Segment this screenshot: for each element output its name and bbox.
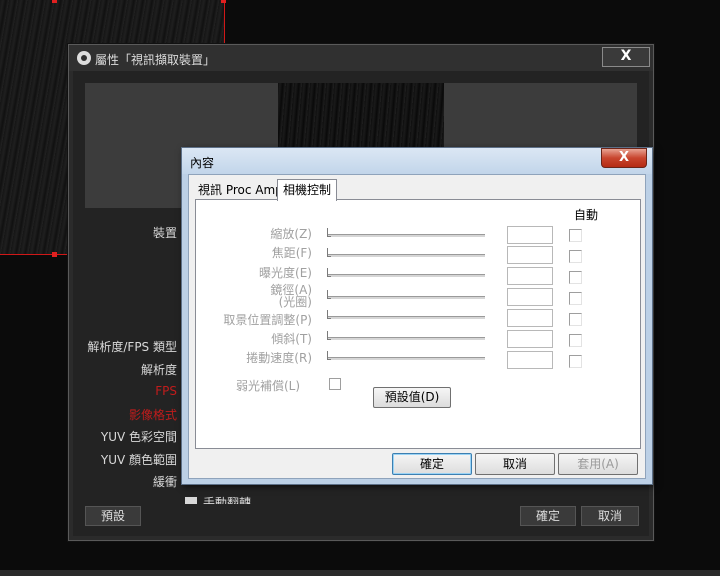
yuv-color-range-label: YUV 顏色範圍	[100, 453, 177, 467]
defaults-button[interactable]: 預設	[85, 506, 141, 526]
roll-label: 捲動速度(R)	[246, 351, 312, 365]
aperture-slider-thumb[interactable]	[327, 290, 331, 299]
dialog-apply-button[interactable]: 套用(A)	[558, 453, 638, 475]
obs-logo-icon	[77, 51, 91, 65]
resize-handle[interactable]	[52, 0, 57, 3]
resolution-fps-type-label: 解析度/FPS 類型	[87, 340, 177, 354]
pan-label: 取景位置調整(P)	[223, 313, 312, 327]
tilt-slider-track[interactable]	[327, 337, 485, 340]
tab-camera-control[interactable]: 相機控制	[277, 179, 338, 201]
zoom-slider-track[interactable]	[327, 234, 485, 237]
zoom-auto-checkbox[interactable]	[569, 229, 582, 242]
flip-checkbox-label: 手動翻轉	[203, 496, 252, 504]
yuv-color-space-label: YUV 色彩空間	[100, 430, 177, 444]
ok-button[interactable]: 確定	[520, 506, 576, 526]
dialog-cancel-button[interactable]: 取消	[475, 453, 555, 475]
resize-handle[interactable]	[221, 0, 226, 3]
video-format-label: 影像格式	[128, 408, 177, 422]
dialog-client: 視訊 Proc Amp 自動 縮放(Z) 焦距(F) 曝光度(E) 鏡徑(A) …	[188, 174, 646, 479]
tilt-label: 傾斜(T)	[271, 332, 312, 346]
focus-slider-thumb[interactable]	[327, 248, 331, 257]
dialog-ok-button[interactable]: 確定	[392, 453, 472, 475]
exposure-label: 曝光度(E)	[259, 266, 312, 280]
focus-auto-checkbox[interactable]	[569, 250, 582, 263]
bottom-bar	[0, 570, 720, 576]
tab-panel-camera-control: 自動 縮放(Z) 焦距(F) 曝光度(E) 鏡徑(A) (光圈) 取景位置調整(…	[195, 199, 641, 449]
dialog-close-button[interactable]: X	[601, 148, 647, 168]
aperture-label-line2: (光圈)	[278, 295, 312, 309]
focus-label: 焦距(F)	[271, 246, 312, 260]
exposure-auto-checkbox[interactable]	[569, 271, 582, 284]
fps-label: FPS	[155, 384, 177, 398]
aperture-slider-track[interactable]	[327, 296, 485, 299]
properties-close-button[interactable]: X	[602, 47, 650, 67]
flip-checkbox[interactable]	[185, 497, 197, 504]
auto-column-header: 自動	[574, 208, 599, 222]
dialog-title: 內容	[190, 156, 215, 170]
backlight-comp-label: 弱光補償(L)	[236, 379, 301, 393]
aperture-auto-checkbox[interactable]	[569, 292, 582, 305]
pan-value-field[interactable]	[507, 309, 553, 327]
tilt-auto-checkbox[interactable]	[569, 334, 582, 347]
tilt-slider-thumb[interactable]	[327, 331, 331, 340]
roll-value-field[interactable]	[507, 351, 553, 369]
camera-properties-dialog: 內容 X 視訊 Proc Amp 自動 縮放(Z) 焦距(F) 曝光度(E) 鏡…	[181, 147, 653, 485]
properties-title: 屬性「視訊擷取裝置」	[95, 53, 216, 67]
backlight-comp-checkbox[interactable]	[329, 378, 341, 390]
device-label: 裝置	[152, 226, 177, 240]
resolution-label: 解析度	[140, 363, 177, 377]
pan-slider-thumb[interactable]	[327, 310, 331, 319]
focus-slider-track[interactable]	[327, 254, 485, 257]
roll-slider-thumb[interactable]	[327, 351, 331, 360]
roll-slider-track[interactable]	[327, 357, 485, 360]
zoom-value-field[interactable]	[507, 226, 553, 244]
exposure-value-field[interactable]	[507, 267, 553, 285]
focus-value-field[interactable]	[507, 246, 553, 264]
tilt-value-field[interactable]	[507, 330, 553, 348]
exposure-slider-track[interactable]	[327, 274, 485, 277]
tab-video-proc-amp[interactable]: 視訊 Proc Amp	[193, 181, 288, 199]
dialog-titlebar: 內容 X	[182, 148, 652, 174]
properties-titlebar: 屬性「視訊擷取裝置」 X	[69, 45, 653, 71]
zoom-label: 縮放(Z)	[270, 227, 312, 241]
dialog-defaults-button[interactable]: 預設值(D)	[373, 387, 451, 408]
pan-slider-track[interactable]	[327, 316, 485, 319]
buffering-label: 緩衝	[152, 475, 177, 489]
cancel-button[interactable]: 取消	[581, 506, 639, 526]
roll-auto-checkbox[interactable]	[569, 355, 582, 368]
aperture-value-field[interactable]	[507, 288, 553, 306]
exposure-slider-thumb[interactable]	[327, 268, 331, 277]
resize-handle[interactable]	[52, 252, 57, 257]
zoom-slider-thumb[interactable]	[327, 228, 331, 237]
pan-auto-checkbox[interactable]	[569, 313, 582, 326]
